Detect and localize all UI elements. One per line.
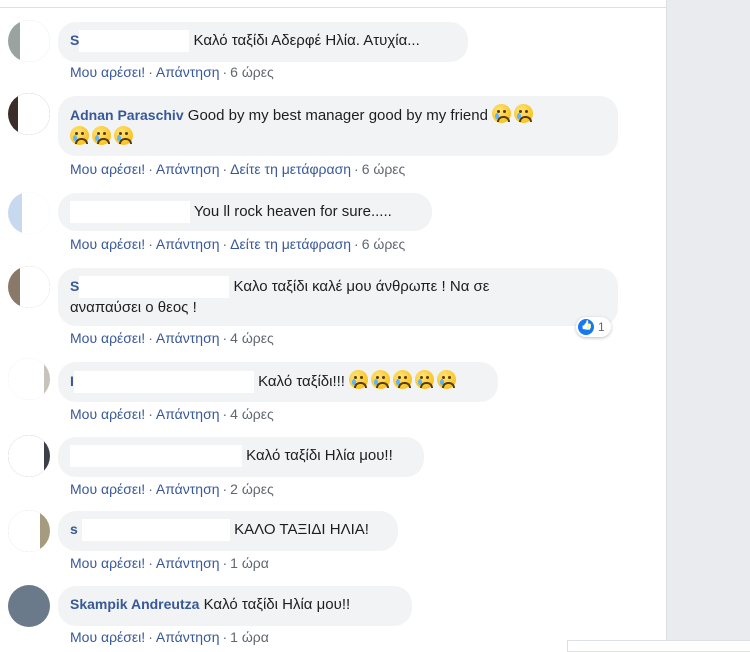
crying-face-icon bbox=[70, 126, 89, 145]
like-link[interactable]: Μου αρέσει! bbox=[70, 629, 145, 645]
crying-face-icon bbox=[371, 370, 391, 389]
comment-time[interactable]: 2 ώρες bbox=[230, 481, 274, 497]
avatar[interactable] bbox=[8, 20, 50, 62]
comment-bubble: S Καλο ταξίδι καλέ μου άνθρωπε ! Να σε α… bbox=[58, 268, 618, 326]
like-link[interactable]: Μου αρέσει! bbox=[70, 161, 145, 177]
avatar[interactable] bbox=[8, 93, 50, 135]
comment-time[interactable]: 1 ώρα bbox=[230, 555, 269, 571]
comment-actions: Μου αρέσει! · Απάντηση · 4 ώρες bbox=[70, 406, 274, 422]
comment-time[interactable]: 1 ώρα bbox=[230, 629, 269, 645]
comment-actions: Μου αρέσει! · Απάντηση · 6 ώρες bbox=[70, 64, 274, 80]
reaction-count[interactable]: 1 bbox=[576, 317, 611, 337]
right-sidebar bbox=[567, 0, 750, 652]
comment-text: Καλό ταξίδι!!! bbox=[258, 373, 345, 390]
top-divider bbox=[0, 7, 666, 8]
crying-face-icon bbox=[415, 370, 435, 389]
crying-face-icon bbox=[349, 370, 369, 389]
reply-link[interactable]: Απάντηση bbox=[156, 161, 220, 177]
reply-link[interactable]: Απάντηση bbox=[156, 64, 220, 80]
comment-bubble: Adnan Paraschiv Good by my best manager … bbox=[58, 96, 618, 156]
comment-text: ΚΑΛΟ ΤΑΞΙΔΙ ΗΛΙΑ! bbox=[234, 521, 369, 538]
reply-link[interactable]: Απάντηση bbox=[156, 236, 220, 252]
comment-text: Good by my best manager good by my frien… bbox=[187, 107, 488, 124]
comment-time[interactable]: 6 ώρες bbox=[362, 236, 406, 252]
crying-face-icon bbox=[92, 126, 111, 145]
avatar[interactable] bbox=[8, 266, 50, 308]
comment-time[interactable]: 6 ώρες bbox=[230, 64, 274, 80]
comment-author[interactable]: S bbox=[70, 278, 79, 294]
comment-time[interactable]: 4 ώρες bbox=[230, 406, 274, 422]
comment-text: Καλό ταξίδι Ηλία μου!! bbox=[246, 446, 393, 464]
crying-face-icon bbox=[492, 104, 512, 123]
avatar[interactable] bbox=[8, 510, 50, 552]
reply-link[interactable]: Απάντηση bbox=[156, 481, 220, 497]
comment-text-line2: αναπαύσει ο θεος ! bbox=[70, 299, 197, 317]
like-link[interactable]: Μου αρέσει! bbox=[70, 555, 145, 571]
comment-bubble: You ll rock heaven for sure..... bbox=[58, 193, 432, 231]
comment-bubble: S Καλό ταξίδι Αδερφέ Ηλία. Ατυχία... bbox=[58, 22, 468, 62]
like-link[interactable]: Μου αρέσει! bbox=[70, 330, 145, 346]
translate-link[interactable]: Δείτε τη μετάφραση bbox=[230, 161, 351, 177]
comment-author[interactable]: Adnan Paraschiv bbox=[70, 107, 184, 123]
reply-link[interactable]: Απάντηση bbox=[156, 406, 220, 422]
like-link[interactable]: Μου αρέσει! bbox=[70, 236, 145, 252]
comment-author[interactable]: S bbox=[70, 32, 79, 48]
avatar[interactable] bbox=[8, 358, 50, 400]
comment-text: Καλό ταξίδι Αδερφέ Ηλία. Ατυχία... bbox=[193, 32, 420, 49]
avatar[interactable] bbox=[8, 192, 50, 234]
comment-author[interactable]: Skampik Andreutza bbox=[70, 596, 199, 612]
comment-actions: Μου αρέσει! · Απάντηση · Δείτε τη μετάφραση ·… bbox=[70, 161, 406, 177]
comment-actions: Μου αρέσει! · Απάντηση · 1 ώρα bbox=[70, 629, 269, 645]
avatar[interactable] bbox=[8, 585, 50, 627]
comment-actions: Μου αρέσει! · Απάντηση · 4 ώρες bbox=[70, 330, 274, 346]
crying-face-icon bbox=[514, 104, 534, 123]
comment-time[interactable]: 6 ώρες bbox=[362, 161, 406, 177]
crying-face-icon bbox=[437, 370, 457, 389]
comment-text-line1: Καλο ταξίδι καλέ μου άνθρωπε ! Να σε bbox=[233, 278, 490, 295]
crying-face-icon bbox=[114, 126, 133, 145]
comment-actions: Μου αρέσει! · Απάντηση · 1 ώρα bbox=[70, 555, 269, 571]
comment-actions: Μου αρέσει! · Απάντηση · 2 ώρες bbox=[70, 481, 274, 497]
comment-bubble: Skampik Andreutza Καλό ταξίδι Ηλία μου!! bbox=[58, 586, 412, 626]
comment-text: You ll rock heaven for sure..... bbox=[193, 203, 392, 220]
comment-bubble: Καλό ταξίδι Ηλία μου!! bbox=[58, 437, 424, 477]
like-link[interactable]: Μου αρέσει! bbox=[70, 406, 145, 422]
reply-link[interactable]: Απάντηση bbox=[156, 629, 220, 645]
like-link[interactable]: Μου αρέσει! bbox=[70, 64, 145, 80]
comment-author[interactable]: s bbox=[70, 521, 78, 537]
crying-face-icon bbox=[393, 370, 413, 389]
comment-time[interactable]: 4 ώρες bbox=[230, 330, 274, 346]
comment-text: Καλό ταξίδι Ηλία μου!! bbox=[203, 596, 351, 613]
translate-link[interactable]: Δείτε τη μετάφραση bbox=[230, 236, 351, 252]
reply-link[interactable]: Απάντηση bbox=[156, 555, 220, 571]
comment-bubble: I Καλό ταξίδι!!! bbox=[58, 362, 498, 402]
comment-bubble: s ΚΑΛΟ ΤΑΞΙΔΙ ΗΛΙΑ! bbox=[58, 511, 398, 551]
avatar[interactable] bbox=[8, 435, 50, 477]
comment-actions: Μου αρέσει! · Απάντηση · Δείτε τη μετάφραση ·… bbox=[70, 236, 406, 252]
chat-input-stub[interactable] bbox=[567, 640, 750, 652]
like-link[interactable]: Μου αρέσει! bbox=[70, 481, 145, 497]
reply-link[interactable]: Απάντηση bbox=[156, 330, 220, 346]
like-icon bbox=[578, 319, 594, 335]
